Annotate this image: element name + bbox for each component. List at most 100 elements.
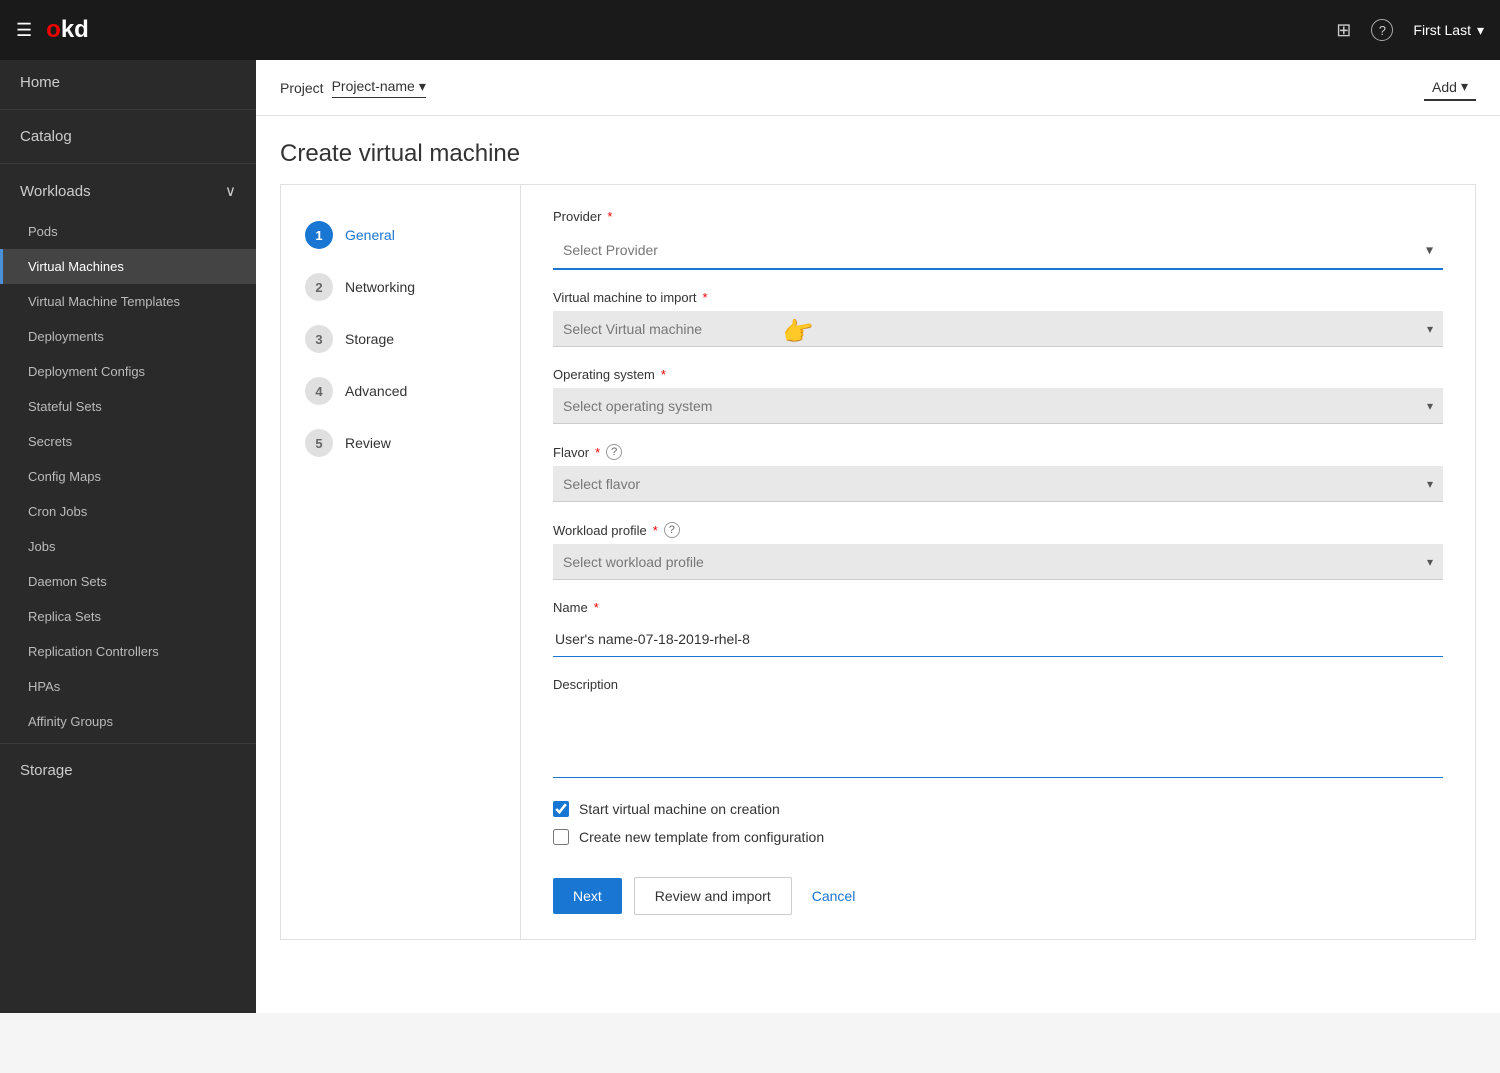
vm-import-select[interactable] [553,311,1443,347]
os-required-star: * [661,367,666,382]
create-template-label: Create new template from configuration [579,829,824,845]
vm-import-select-wrapper: ▾ Select Virtual machine [553,311,1443,347]
user-menu[interactable]: First Last ▾ [1413,22,1484,39]
sidebar-item-daemon-sets[interactable]: Daemon Sets [0,564,256,599]
step-4-circle: 4 [305,377,333,405]
project-selector[interactable]: Project-name ▾ [332,78,426,98]
sidebar-item-config-maps[interactable]: Config Maps [0,459,256,494]
step-2-circle: 2 [305,273,333,301]
top-navigation: ☰ okd ⊞ ? First Last ▾ [0,0,1500,60]
step-3-label: Storage [345,331,394,347]
add-chevron-icon: ▾ [1461,78,1468,95]
hamburger-menu-icon[interactable]: ☰ [16,20,32,41]
workload-select[interactable]: Server Desktop [553,544,1443,580]
add-button[interactable]: Add ▾ [1424,74,1476,101]
sidebar-item-deployment-configs[interactable]: Deployment Configs [0,354,256,389]
sidebar-workloads-header[interactable]: Workloads ∨ [0,168,256,214]
step-1-circle: 1 [305,221,333,249]
flavor-help-icon[interactable]: ? [606,444,622,460]
breadcrumb: Project Project-name ▾ [280,78,426,98]
flavor-label: Flavor * ? [553,444,1443,460]
vm-import-field: Virtual machine to import * ▾ Select Vir… [553,290,1443,347]
vm-import-required-star: * [703,290,708,305]
step-3-circle: 3 [305,325,333,353]
sidebar-item-stateful-sets[interactable]: Stateful Sets [0,389,256,424]
workload-select-wrapper: Server Desktop ▾ Select workload profile [553,544,1443,580]
sidebar-item-replica-sets[interactable]: Replica Sets [0,599,256,634]
wizard-step-1[interactable]: 1 General [281,209,520,261]
sidebar-item-hpas[interactable]: HPAs [0,669,256,704]
description-textarea[interactable] [553,698,1443,778]
name-field: Name * [553,600,1443,657]
cancel-button[interactable]: Cancel [804,878,864,914]
sidebar-item-replication-controllers[interactable]: Replication Controllers [0,634,256,669]
workload-label: Workload profile * ? [553,522,1443,538]
project-label: Project [280,80,324,96]
flavor-select[interactable]: Small Medium Large [553,466,1443,502]
sidebar-item-virtual-machines[interactable]: Virtual Machines [0,249,256,284]
start-vm-checkbox[interactable] [553,801,569,817]
sidebar-item-deployments[interactable]: Deployments [0,319,256,354]
wizard-form-content: Provider * VMware oVirt ▾ Select Provide… [521,185,1475,939]
vm-import-label: Virtual machine to import * [553,290,1443,305]
grid-icon[interactable]: ⊞ [1336,20,1351,41]
project-name-label: Project-name [332,78,415,94]
wizard-container: 1 General 2 Networking 3 Storage 4 Advan… [280,184,1476,940]
workloads-chevron-icon: ∨ [225,182,236,200]
os-select-wrapper: RHEL 8 RHEL 7 ▾ Select operating system [553,388,1443,424]
sidebar-item-virtual-machine-templates[interactable]: Virtual Machine Templates [0,284,256,319]
flavor-required-star: * [595,445,600,460]
logo-o: o [46,16,61,43]
step-4-label: Advanced [345,383,407,399]
flavor-select-wrapper: Small Medium Large ▾ Select flavor [553,466,1443,502]
subheader: Project Project-name ▾ Add ▾ [256,60,1500,116]
sidebar-item-storage[interactable]: Storage [0,748,256,793]
workload-help-icon[interactable]: ? [664,522,680,538]
user-name-label: First Last [1413,22,1471,38]
wizard-actions: Next Review and import Cancel [553,877,1443,915]
project-chevron-icon: ▾ [419,78,426,95]
sidebar-item-jobs[interactable]: Jobs [0,529,256,564]
provider-select[interactable]: VMware oVirt [553,230,1443,270]
step-1-label: General [345,227,395,243]
page-title-area: Create virtual machine [256,116,1500,184]
create-template-checkbox-group: Create new template from configuration [553,829,1443,845]
help-icon[interactable]: ? [1371,19,1393,41]
sidebar-item-pods[interactable]: Pods [0,214,256,249]
workload-required-star: * [653,523,658,538]
wizard-step-5[interactable]: 5 Review [281,417,520,469]
sidebar-item-cron-jobs[interactable]: Cron Jobs [0,494,256,529]
wizard-step-3[interactable]: 3 Storage [281,313,520,365]
os-select[interactable]: RHEL 8 RHEL 7 [553,388,1443,424]
description-field: Description [553,677,1443,781]
user-chevron-icon: ▾ [1477,22,1484,39]
provider-required-star: * [607,209,612,224]
wizard-steps: 1 General 2 Networking 3 Storage 4 Advan… [281,185,521,939]
os-label: Operating system * [553,367,1443,382]
start-vm-label: Start virtual machine on creation [579,801,780,817]
sidebar-item-catalog[interactable]: Catalog [0,114,256,159]
main-content: Project Project-name ▾ Add ▾ Create virt… [256,60,1500,1013]
logo: okd [46,16,89,44]
provider-field: Provider * VMware oVirt ▾ Select Provide… [553,209,1443,270]
flavor-field: Flavor * ? Small Medium Large ▾ Select f… [553,444,1443,502]
step-5-label: Review [345,435,391,451]
name-label: Name * [553,600,1443,615]
name-input[interactable] [553,621,1443,657]
provider-select-wrapper: VMware oVirt ▾ Select Provider [553,230,1443,270]
sidebar-item-affinity-groups[interactable]: Affinity Groups [0,704,256,739]
wizard-step-2[interactable]: 2 Networking [281,261,520,313]
step-5-circle: 5 [305,429,333,457]
sidebar-item-secrets[interactable]: Secrets [0,424,256,459]
logo-text: okd [46,16,89,44]
create-template-checkbox[interactable] [553,829,569,845]
workload-field: Workload profile * ? Server Desktop ▾ Se… [553,522,1443,580]
wizard-step-4[interactable]: 4 Advanced [281,365,520,417]
sidebar-item-home[interactable]: Home [0,60,256,105]
os-field: Operating system * RHEL 8 RHEL 7 ▾ Selec… [553,367,1443,424]
review-import-button[interactable]: Review and import [634,877,792,915]
start-vm-checkbox-group: Start virtual machine on creation [553,801,1443,817]
next-button[interactable]: Next [553,878,622,914]
name-required-star: * [594,600,599,615]
sidebar: Home Catalog Workloads ∨ Pods Virtual Ma… [0,60,256,1013]
